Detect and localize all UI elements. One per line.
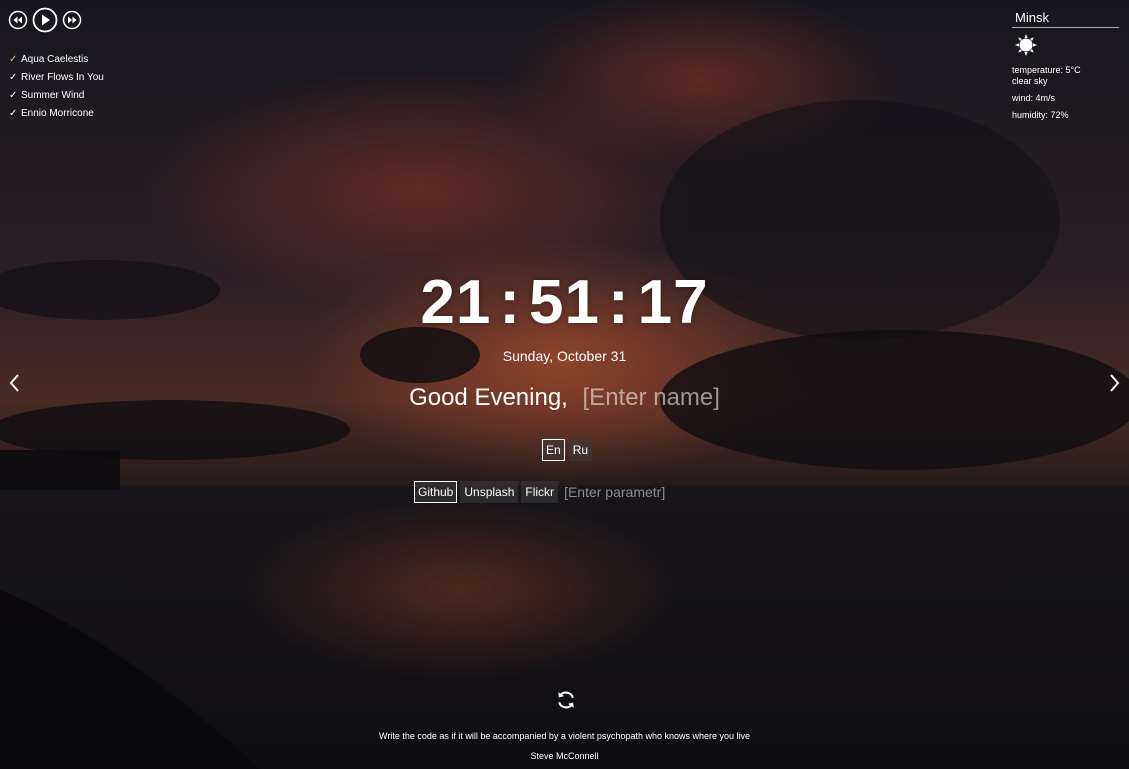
clock-separator: : (607, 268, 630, 337)
check-icon: ✓ (9, 54, 18, 65)
source-flickr-button[interactable]: Flickr (521, 481, 559, 503)
playlist-item[interactable]: ✓ Aqua Caelestis (9, 51, 104, 69)
chevron-left-icon (9, 374, 19, 392)
clock-minutes: 51 (529, 268, 600, 337)
quote-author: Steve McConnell (530, 751, 599, 761)
check-icon: ✓ (9, 90, 18, 101)
weather-widget: temperature: 5°C clear sky wind: 4m/s hu… (1012, 7, 1119, 121)
weather-temperature: temperature: 5°C (1012, 65, 1081, 75)
weather-wind: wind: 4m/s (1012, 93, 1056, 103)
greeting: Good Evening, [Enter name] (0, 384, 1129, 412)
play-button[interactable] (32, 7, 58, 33)
audio-player (8, 7, 82, 33)
playlist-item[interactable]: ✓ Summer Wind (9, 87, 104, 105)
playlist: ✓ Aqua Caelestis ✓ River Flows In You ✓ … (9, 51, 104, 123)
clock-hours: 21 (420, 268, 492, 337)
source-unsplash-button[interactable]: Unsplash (460, 481, 519, 503)
weather-description: clear sky (1012, 76, 1048, 86)
prev-track-button[interactable] (8, 10, 28, 30)
lang-ru-button[interactable]: Ru (568, 439, 593, 461)
refresh-quote-button[interactable] (555, 689, 577, 716)
weather-humidity: humidity: 72% (1012, 110, 1069, 120)
chevron-right-icon (1110, 374, 1120, 392)
skip-back-icon (8, 10, 28, 30)
prev-slide-button[interactable] (8, 372, 20, 400)
date-label: Sunday, October 31 (502, 348, 627, 364)
check-icon: ✓ (9, 72, 18, 83)
greeting-text: Good Evening, (409, 384, 568, 411)
lang-en-button[interactable]: En (542, 439, 565, 461)
check-icon: ✓ (9, 108, 18, 119)
playlist-item[interactable]: ✓ Ennio Morricone (9, 105, 104, 123)
source-github-button[interactable]: Github (414, 481, 458, 503)
clock-seconds: 17 (637, 268, 709, 337)
sun-icon (1015, 34, 1037, 56)
next-track-button[interactable] (62, 10, 82, 30)
clock-separator: : (499, 268, 522, 337)
tag-param-input[interactable]: [Enter parametr] (564, 484, 665, 500)
clock: 21:51:17 (0, 267, 1129, 338)
track-title: River Flows In You (21, 72, 104, 83)
name-input[interactable]: [Enter name] (583, 384, 720, 411)
track-title: Summer Wind (21, 90, 85, 101)
playlist-item[interactable]: ✓ River Flows In You (9, 69, 104, 87)
quote-text: Write the code as if it will be accompan… (378, 731, 751, 741)
image-source-switcher: Github Unsplash Flickr [Enter parametr] (414, 481, 665, 503)
play-icon (32, 7, 58, 33)
next-slide-button[interactable] (1109, 372, 1121, 400)
refresh-icon (558, 691, 574, 709)
language-switcher: En Ru (542, 439, 593, 461)
track-title: Ennio Morricone (21, 108, 94, 119)
track-title: Aqua Caelestis (21, 54, 89, 65)
skip-forward-icon (62, 10, 82, 30)
city-input[interactable] (1012, 7, 1119, 28)
